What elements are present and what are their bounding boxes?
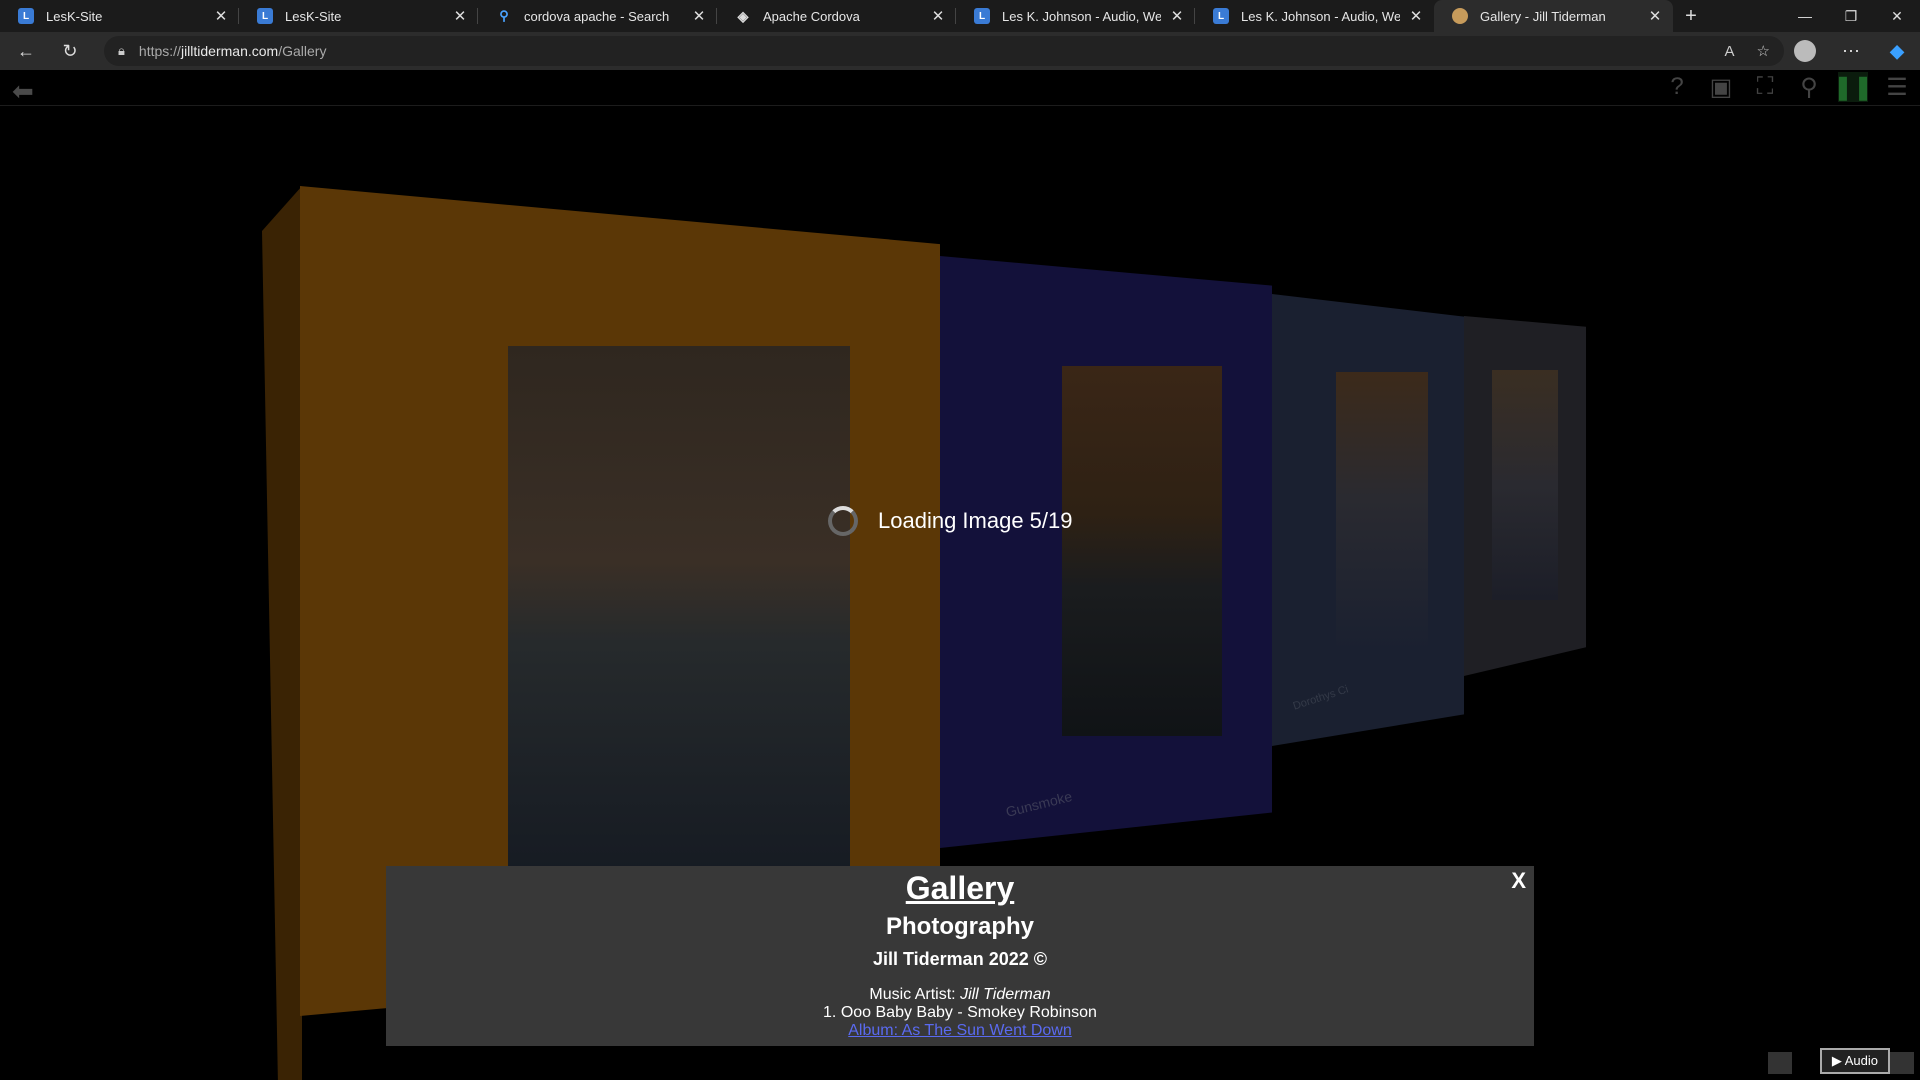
tab-6[interactable]: L Les K. Johnson - Audio, Web and ✕ [1195, 0, 1434, 32]
address-bar[interactable]: 🔒︎ https://jilltiderman.com/Gallery A ☆ [104, 36, 1784, 66]
info-copyright: Jill Tiderman 2022 © [872, 949, 1047, 969]
album-link[interactable]: Album: As The Sun Went Down [848, 1022, 1072, 1039]
search-icon: ⚲ [499, 8, 509, 23]
read-aloud-icon[interactable]: A [1725, 43, 1735, 60]
gallery-photo [1336, 372, 1428, 652]
gallery-photo [1492, 370, 1558, 600]
tab-title: LesK-Site [46, 8, 103, 24]
menu-icon[interactable]: ☰ [1882, 72, 1912, 102]
url-host: jilltiderman.com [180, 43, 279, 59]
gallery-controls: ? ▣ ⛶ ⚲ ❚❚ ☰ [1662, 72, 1912, 102]
track-line: 1. Ooo Baby Baby - Smokey Robinson [823, 1004, 1097, 1021]
new-tab-button[interactable]: + [1673, 0, 1709, 32]
close-window-icon[interactable]: ✕ [1874, 0, 1920, 32]
profile-avatar[interactable] [1794, 40, 1816, 62]
gallery-photo [508, 346, 850, 886]
tab-title: Les K. Johnson - Audio, Web and [1002, 8, 1161, 24]
back-icon[interactable]: ← [8, 36, 44, 66]
site-icon: L [1213, 8, 1229, 24]
tab-title: cordova apache - Search [524, 8, 670, 24]
frame-caption: Dorothys Ci [1291, 683, 1350, 713]
site-icon: L [257, 8, 273, 24]
close-tab-icon[interactable]: ✕ [450, 6, 470, 26]
tab-1[interactable]: L LesK-Site ✕ [0, 0, 239, 32]
browser-right-actions: ⋯ ◆ [1782, 32, 1920, 70]
url-path: /Gallery [278, 43, 327, 59]
tab-title: LesK-Site [285, 8, 342, 24]
audio-next-button[interactable] [1890, 1052, 1914, 1074]
music-label: Music Artist: [869, 986, 956, 1003]
url-scheme: https:// [138, 43, 181, 59]
loading-text: Loading Image 5/19 [878, 508, 1073, 533]
tab-title: Les K. Johnson - Audio, Web and [1241, 8, 1400, 24]
lock-icon: 🔒︎ [118, 43, 125, 58]
close-tab-icon[interactable]: ✕ [1406, 6, 1426, 26]
tab-2[interactable]: L LesK-Site ✕ [239, 0, 478, 32]
browser-tabstrip: L LesK-Site ✕ L LesK-Site ✕ ⚲ cordova ap… [0, 0, 1920, 32]
pause-icon[interactable]: ❚❚ [1833, 72, 1873, 102]
close-tab-icon[interactable]: ✕ [928, 6, 948, 26]
info-title: Gallery [905, 870, 1015, 906]
site-icon: L [974, 8, 990, 24]
gallery-frame-3[interactable]: Dorothys Ci [1272, 294, 1464, 746]
spinner-icon [828, 506, 858, 536]
loading-indicator: Loading Image 5/19 [828, 506, 1073, 536]
frame-side [262, 186, 302, 1080]
close-tab-icon[interactable]: ✕ [689, 6, 709, 26]
audio-button[interactable]: ▶ Audio [1819, 1048, 1890, 1074]
tab-3[interactable]: ⚲ cordova apache - Search ✕ [478, 0, 717, 32]
more-menu-icon[interactable]: ⋯ [1828, 41, 1874, 62]
refresh-icon[interactable]: ↻ [52, 36, 88, 66]
tab-7-active[interactable]: Gallery - Jill Tiderman ✕ [1434, 0, 1673, 32]
frame-caption: Gunsmoke [1004, 788, 1074, 820]
copilot-icon[interactable]: ◆ [1874, 41, 1920, 62]
browser-toolbar: ← ↻ 🔒︎ https://jilltiderman.com/Gallery … [0, 32, 1920, 70]
gallery-photo [1062, 366, 1222, 736]
info-panel: X Gallery Photography Jill Tiderman 2022… [386, 866, 1534, 1046]
tab-4[interactable]: ◈ Apache Cordova ✕ [717, 0, 956, 32]
page-content: ⬅ ? ▣ ⛶ ⚲ ❚❚ ☰ Gunsmoke Dorothys Ci Load… [0, 70, 1920, 1080]
help-icon[interactable]: ? [1662, 72, 1692, 102]
jill-icon [1452, 8, 1468, 24]
close-tab-icon[interactable]: ✕ [211, 6, 231, 26]
info-subtitle: Photography [886, 913, 1034, 940]
cordova-icon: ◈ [737, 7, 749, 24]
tab-5[interactable]: L Les K. Johnson - Audio, Web and ✕ [956, 0, 1195, 32]
gallery-frame-2[interactable]: Gunsmoke [940, 256, 1272, 848]
audio-prev-button[interactable] [1768, 1052, 1792, 1074]
music-artist: Jill Tiderman [960, 986, 1051, 1003]
close-tab-icon[interactable]: ✕ [1645, 6, 1665, 26]
close-icon[interactable]: X [1511, 868, 1526, 894]
gallery-frame-4[interactable] [1464, 316, 1586, 676]
fullscreen-icon[interactable]: ⛶ [1750, 72, 1780, 102]
site-icon: L [18, 8, 34, 24]
restore-icon[interactable]: ❐ [1828, 0, 1874, 32]
favorite-star-icon[interactable]: ☆ [1757, 42, 1770, 60]
gallery-toolbar: ⬅ ? ▣ ⛶ ⚲ ❚❚ ☰ [0, 70, 1920, 106]
zoom-icon[interactable]: ⚲ [1794, 72, 1824, 102]
close-tab-icon[interactable]: ✕ [1167, 6, 1187, 26]
back-arrow-icon[interactable]: ⬅ [12, 76, 34, 107]
window-controls: — ❐ ✕ [1782, 0, 1920, 32]
tab-title: Gallery - Jill Tiderman [1480, 8, 1606, 24]
image-icon[interactable]: ▣ [1706, 72, 1736, 102]
tab-title: Apache Cordova [763, 8, 860, 24]
address-bar-actions: A ☆ [1725, 36, 1770, 66]
music-artist-line: Music Artist: Jill Tiderman [386, 986, 1534, 1004]
minimize-icon[interactable]: — [1782, 0, 1828, 32]
